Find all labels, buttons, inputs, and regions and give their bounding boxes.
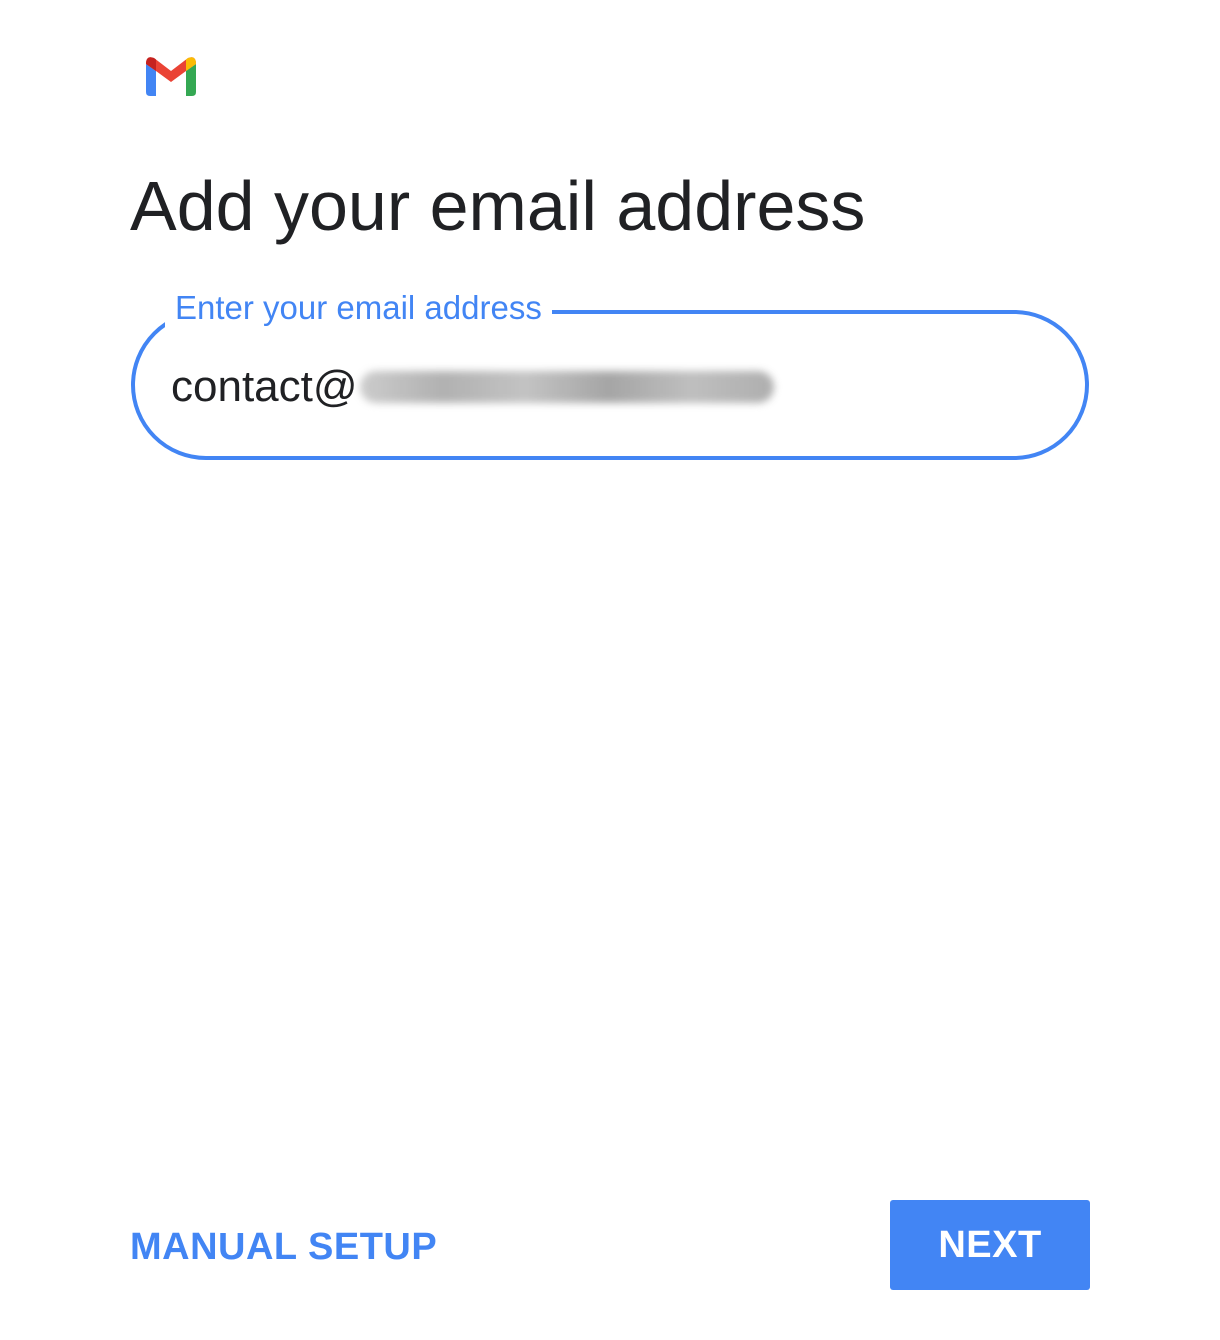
next-button[interactable]: NEXT: [890, 1200, 1090, 1290]
email-field[interactable]: Enter your email address contact@: [131, 288, 1089, 460]
add-email-screen: Add your email address Enter your email …: [0, 0, 1220, 1340]
manual-setup-button[interactable]: MANUAL SETUP: [130, 1224, 437, 1270]
page-title: Add your email address: [130, 167, 866, 245]
email-field-value-wrap[interactable]: contact@: [171, 360, 774, 414]
redacted-domain-blur: [359, 371, 774, 403]
gmail-icon: [142, 54, 200, 96]
email-field-value[interactable]: contact@: [171, 360, 358, 414]
email-field-label: Enter your email address: [165, 288, 552, 328]
